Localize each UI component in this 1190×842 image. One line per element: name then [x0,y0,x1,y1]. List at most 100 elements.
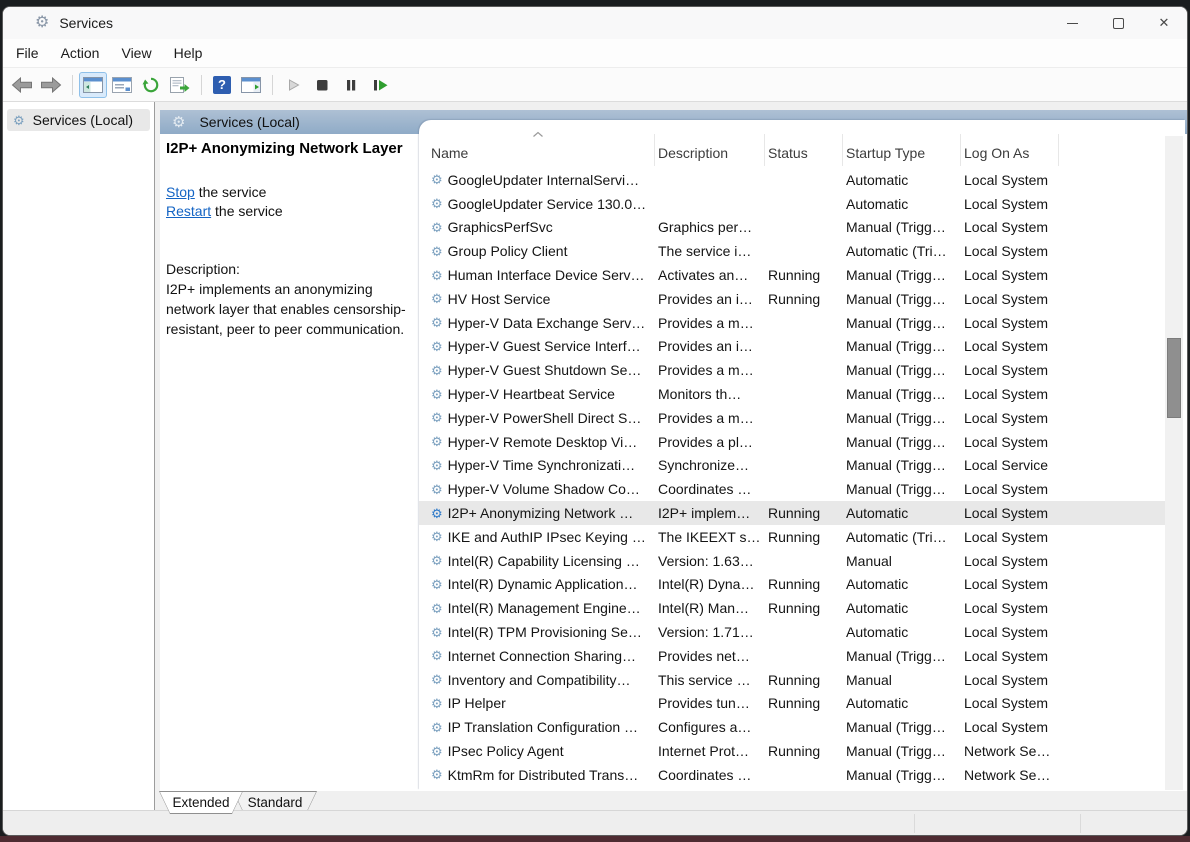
export-list-button[interactable] [166,72,194,98]
service-startup-type-cell: Manual (Trigg… [842,743,960,759]
table-row[interactable]: ⚙Inventory and Compatibility… This servi… [419,668,1165,692]
table-row[interactable]: ⚙I2P+ Anonymizing Network … I2P+ implem…… [419,501,1165,525]
service-description-cell: Version: 1.71… [654,624,764,640]
service-gear-icon: ⚙ [431,554,443,567]
service-name: Hyper-V Guest Shutdown Se… [448,362,642,378]
menu-view[interactable]: View [110,42,162,64]
menu-action[interactable]: Action [50,42,111,64]
table-row[interactable]: ⚙Intel(R) TPM Provisioning Se… Version: … [419,620,1165,644]
restart-link[interactable]: Restart [166,203,211,219]
service-description-cell: Provides an i… [654,291,764,307]
service-description-cell: I2P+ implem… [654,505,764,521]
minimize-icon [1067,23,1078,24]
service-description-cell: The service i… [654,243,764,259]
table-row[interactable]: ⚙Hyper-V PowerShell Direct S… Provides a… [419,406,1165,430]
header-divider[interactable] [960,134,961,166]
tree-item-services-local[interactable]: ⚙ Services (Local) [7,109,150,131]
stop-service-button[interactable] [308,72,336,98]
menu-file[interactable]: File [5,42,50,64]
service-gear-icon: ⚙ [431,221,443,234]
service-description-cell: Provides a m… [654,315,764,331]
menu-help[interactable]: Help [163,42,214,64]
service-startup-type-cell: Manual (Trigg… [842,338,960,354]
service-description-cell: Monitors th… [654,386,764,402]
refresh-button[interactable] [137,72,165,98]
table-row[interactable]: ⚙GoogleUpdater InternalServi… Automatic … [419,168,1165,192]
table-row[interactable]: ⚙Hyper-V Guest Service Interf… Provides … [419,335,1165,359]
table-row[interactable]: ⚙Hyper-V Volume Shadow Co… Coordinates …… [419,477,1165,501]
forward-button[interactable] [37,72,65,98]
header-divider[interactable] [764,134,765,166]
table-row[interactable]: ⚙IKE and AuthIP IPsec Keying … The IKEEX… [419,525,1165,549]
table-row[interactable]: ⚙Intel(R) Capability Licensing … Version… [419,549,1165,573]
header-divider[interactable] [842,134,843,166]
vertical-scrollbar[interactable] [1165,136,1183,790]
scrollbar-thumb[interactable] [1167,338,1181,418]
table-row[interactable]: ⚙IP Helper Provides tun… Running Automat… [419,692,1165,716]
properties-button[interactable] [108,72,136,98]
back-arrow-icon [11,77,33,93]
close-button[interactable]: ✕ [1141,7,1187,39]
tab-extended[interactable]: Extended [159,791,243,814]
table-row[interactable]: ⚙IP Translation Configuration … Configur… [419,715,1165,739]
maximize-button[interactable] [1095,7,1141,39]
desktop-background-strip [0,836,1190,842]
service-gear-icon: ⚙ [431,721,443,734]
service-gear-icon: ⚙ [431,697,443,710]
back-button[interactable] [8,72,36,98]
column-header-description[interactable]: Description [654,145,764,161]
service-description-cell: Provides tun… [654,695,764,711]
table-row[interactable]: ⚙KtmRm for Distributed Trans… Coordinate… [419,763,1165,787]
service-log-on-as-cell: Network Se… [960,767,1165,783]
pause-service-button[interactable] [337,72,365,98]
table-row[interactable]: ⚙Hyper-V Data Exchange Serv… Provides a … [419,311,1165,335]
table-row[interactable]: ⚙Intel(R) Dynamic Application… Intel(R) … [419,573,1165,597]
show-action-pane-button[interactable] [237,72,265,98]
table-row[interactable]: ⚙GraphicsPerfSvc Graphics per… Manual (T… [419,216,1165,240]
table-row[interactable]: ⚙GoogleUpdater Service 130.0… Automatic … [419,192,1165,216]
show-console-tree-button[interactable] [79,72,107,98]
service-log-on-as-cell: Local System [960,672,1165,688]
header-divider[interactable] [1058,134,1059,166]
table-row[interactable]: ⚙Internet Connection Sharing… Provides n… [419,644,1165,668]
service-name-cell: ⚙Hyper-V Volume Shadow Co… [419,481,654,497]
stop-service-line: Stop the service [166,183,416,202]
service-log-on-as-cell: Local System [960,505,1165,521]
pause-icon [344,78,358,92]
start-service-button[interactable] [279,72,307,98]
service-name: Hyper-V Guest Service Interf… [448,338,641,354]
column-header-startup-type[interactable]: Startup Type [842,145,960,161]
table-row[interactable]: ⚙Human Interface Device Serv… Activates … [419,263,1165,287]
restart-line-rest: the service [211,203,283,219]
service-description-cell: Coordinates … [654,767,764,783]
stop-link[interactable]: Stop [166,184,195,200]
service-gear-icon: ⚙ [431,602,443,615]
column-header-name[interactable]: Name [419,145,654,161]
stop-line-rest: the service [195,184,267,200]
header-divider[interactable] [654,134,655,166]
table-row[interactable]: ⚙HV Host Service Provides an i… Running … [419,287,1165,311]
toolbar-separator [272,75,273,95]
service-log-on-as-cell: Local System [960,243,1165,259]
column-header-status[interactable]: Status [764,145,842,161]
column-header-log-on-as[interactable]: Log On As [960,145,1165,161]
table-row[interactable]: ⚙Hyper-V Time Synchronizati… Synchronize… [419,454,1165,478]
help-button[interactable]: ? [208,72,236,98]
services-table-panel: Name Description Status Startup Type Log… [419,120,1185,790]
table-row[interactable]: ⚙Hyper-V Heartbeat Service Monitors th… … [419,382,1165,406]
service-gear-icon: ⚙ [431,673,443,686]
service-name: IP Translation Configuration … [448,719,638,735]
minimize-button[interactable] [1049,7,1095,39]
table-row[interactable]: ⚙IPsec Policy Agent Internet Prot… Runni… [419,739,1165,763]
table-row[interactable]: ⚙Hyper-V Guest Shutdown Se… Provides a m… [419,358,1165,382]
service-name-cell: ⚙HV Host Service [419,291,654,307]
service-startup-type-cell: Automatic [842,600,960,616]
service-description: Description: I2P+ implements an anonymiz… [166,259,410,339]
table-row[interactable]: ⚙Group Policy Client The service i… Auto… [419,239,1165,263]
service-log-on-as-cell: Local System [960,576,1165,592]
service-startup-type-cell: Manual (Trigg… [842,457,960,473]
restart-service-button[interactable] [366,72,394,98]
service-description-cell: Internet Prot… [654,743,764,759]
table-row[interactable]: ⚙Intel(R) Management Engine… Intel(R) Ma… [419,596,1165,620]
table-row[interactable]: ⚙Hyper-V Remote Desktop Vi… Provides a p… [419,430,1165,454]
